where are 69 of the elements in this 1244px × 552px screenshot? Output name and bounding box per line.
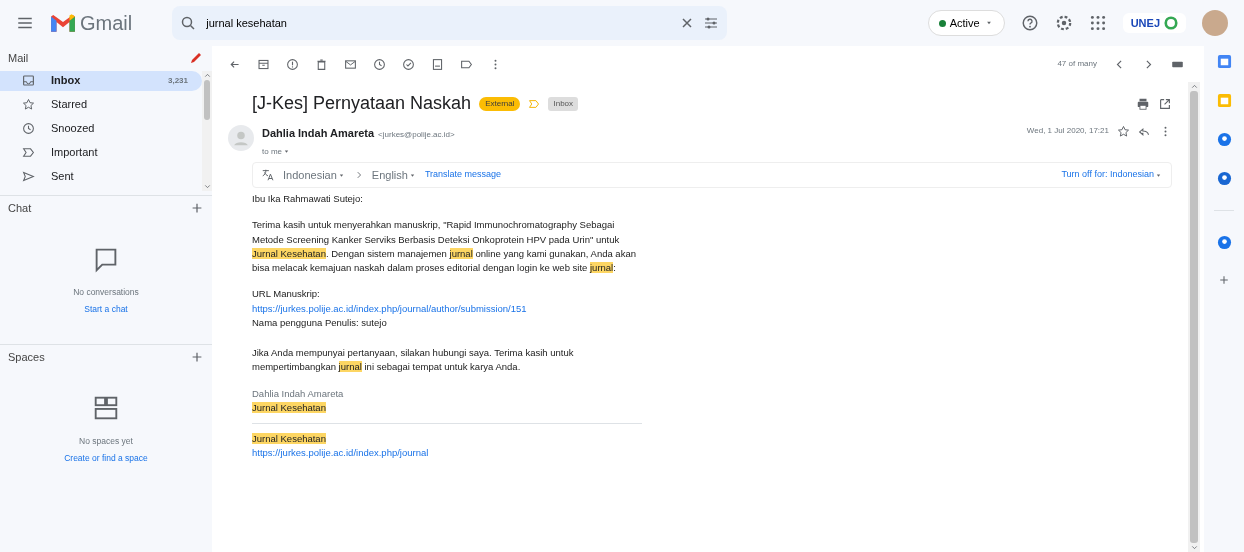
trash-icon[interactable] (315, 57, 328, 71)
important-marker-icon[interactable] (528, 97, 541, 110)
move-icon[interactable] (431, 57, 444, 71)
manuscript-link[interactable]: https://jurkes.polije.ac.id/index.php/journal/author/submission/151 (252, 301, 642, 316)
new-window-icon[interactable] (1158, 96, 1172, 111)
search-input[interactable]: jurnal kesehatan (204, 13, 672, 33)
sender-name: Dahlia Indah Amareta (262, 127, 375, 139)
inbox-icon (22, 74, 35, 87)
turn-off-link[interactable]: Turn off for: Indonesian (1061, 168, 1163, 182)
send-icon (22, 170, 35, 183)
email-date: Wed, 1 Jul 2020, 17:21 (1026, 125, 1109, 137)
clock-icon (22, 122, 35, 135)
empty-message: No spaces yet (79, 435, 133, 448)
scrollbar[interactable] (202, 70, 212, 191)
settings-icon[interactable] (1054, 14, 1073, 32)
nav-item[interactable]: Inbox 3,231 (0, 70, 202, 91)
link[interactable]: Start a chat (84, 302, 128, 316)
clock-icon[interactable] (373, 57, 386, 71)
reply-icon[interactable] (1138, 125, 1151, 138)
pager-text: 47 of many (1057, 58, 1097, 70)
scroll-down-icon[interactable] (1189, 543, 1199, 552)
help-icon[interactable] (1020, 14, 1039, 32)
apps-grid-icon[interactable] (1088, 14, 1107, 32)
link[interactable]: Create or find a space (64, 451, 148, 465)
status-dot (938, 19, 946, 27)
label-tag[interactable]: Inbox (548, 96, 579, 111)
section-title[interactable]: Mail (8, 50, 29, 67)
nav-item[interactable]: Important (0, 142, 202, 163)
search-options-icon[interactable] (703, 15, 720, 31)
journal-link[interactable]: https://jurkes.polije.ac.id/index.php/journal (252, 446, 642, 461)
org-logo-text: UNEJ (1130, 15, 1160, 31)
scroll-up-icon[interactable] (1189, 82, 1199, 91)
recipient-dropdown[interactable]: to me (262, 145, 291, 158)
status-button[interactable]: Active (927, 9, 1005, 37)
scrollbar[interactable] (1188, 82, 1200, 552)
body-text: URL Manuskrip: (252, 287, 321, 302)
signature-line: Dahlia Indah Amareta (252, 386, 345, 401)
print-icon[interactable] (1136, 96, 1150, 111)
ring-icon (1164, 16, 1178, 30)
nav-item[interactable]: Sent (0, 166, 202, 187)
app-name: Gmail (80, 11, 133, 36)
unread-count: 3,231 (167, 74, 188, 87)
empty-message: No conversations (73, 286, 139, 299)
body-text: Nama pengguna Penulis: sutejo (252, 315, 388, 330)
section-title[interactable]: Chat (8, 199, 32, 216)
mail-icon[interactable] (344, 57, 357, 71)
star-icon (22, 98, 35, 111)
body-paragraph: Ibu Ika Rahmawati Sutejo: (252, 192, 364, 206)
report-icon[interactable] (286, 57, 299, 71)
caret-icon (282, 147, 291, 156)
translate-icon (261, 168, 275, 182)
nav-item[interactable]: Snoozed (0, 118, 202, 139)
add-icon[interactable] (1218, 274, 1230, 286)
label-tag: External (479, 96, 521, 111)
envelope-logo-icon (50, 13, 76, 33)
section-title[interactable]: Spaces (8, 348, 45, 365)
search-icon[interactable] (180, 15, 197, 31)
label-icon (22, 146, 35, 159)
task-icon[interactable] (402, 57, 415, 71)
sender-email: <jurkes@polije.ac.id> (378, 130, 455, 139)
search-field[interactable]: jurnal kesehatan (172, 6, 728, 40)
star-icon[interactable] (1117, 125, 1130, 138)
archive-icon[interactable] (257, 57, 270, 71)
email-subject: [J-Kes] Pernyataan Naskah (252, 92, 472, 115)
nav-item[interactable]: Starred (0, 94, 202, 115)
language-dropdown[interactable]: Indonesian (283, 166, 346, 184)
avatar-icon (228, 125, 254, 151)
language-dropdown[interactable]: English (371, 166, 417, 184)
translate-link[interactable]: Translate message (424, 168, 502, 182)
